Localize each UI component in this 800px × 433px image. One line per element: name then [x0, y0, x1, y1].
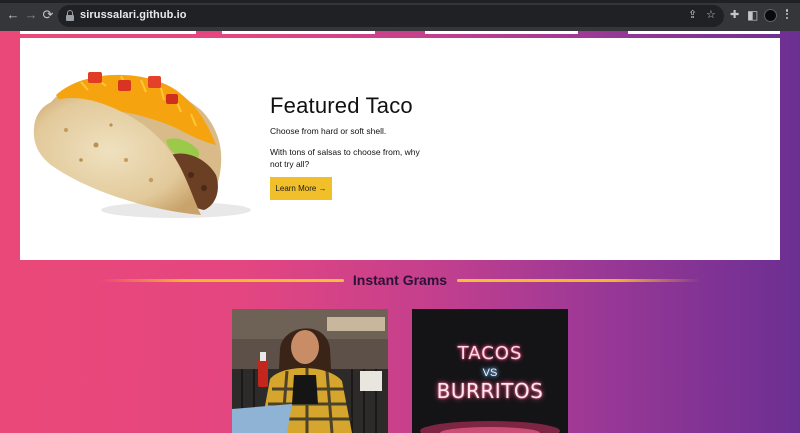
nav-bar-segment	[20, 31, 196, 34]
tab-strip	[0, 0, 800, 3]
neon-sign-tacos: TACOS	[457, 343, 523, 364]
reload-icon[interactable]: ⟳	[41, 8, 55, 22]
address-bar[interactable]: sirussalari.github.io	[58, 5, 724, 27]
menu-kebab-icon[interactable]	[784, 8, 790, 22]
neon-sign-burritos: BURRITOS	[436, 379, 544, 403]
profile-avatar[interactable]	[764, 9, 777, 22]
page-body: Featured Taco Choose from hard or soft s…	[0, 31, 800, 433]
woman-with-hot-sauce-photo	[232, 309, 388, 433]
nav-bar-segment	[222, 31, 375, 34]
lock-icon[interactable]	[66, 10, 74, 21]
share-icon[interactable]: ⇪	[688, 8, 697, 22]
featured-description: With tons of salsas to choose from, why …	[270, 147, 420, 169]
neon-sign-vs: VS	[482, 367, 498, 379]
gram-photo-2[interactable]: TACOS VS BURRITOS	[412, 309, 568, 433]
url-text[interactable]: sirussalari.github.io	[80, 9, 187, 21]
side-panel-icon[interactable]: ◧	[747, 8, 758, 22]
featured-taco-card: Featured Taco Choose from hard or soft s…	[20, 38, 780, 260]
browser-toolbar: ← → ⟳ sirussalari.github.io ⇪ ☆ ✚ ◧	[0, 0, 800, 31]
featured-subtitle: Choose from hard or soft shell.	[270, 126, 387, 136]
extensions-icon[interactable]: ✚	[730, 8, 739, 22]
forward-arrow-icon[interactable]: →	[24, 8, 38, 22]
divider-right	[457, 279, 701, 282]
bookmark-star-icon[interactable]: ☆	[706, 8, 716, 22]
learn-more-button[interactable]: Learn More →	[270, 177, 332, 200]
nav-bar-segment	[628, 31, 780, 34]
gram-photo-1[interactable]	[232, 309, 388, 433]
neon-glow	[420, 421, 560, 433]
back-arrow-icon[interactable]: ←	[6, 8, 20, 22]
nav-bar-segment	[425, 31, 578, 34]
taco-image	[33, 72, 251, 218]
featured-title: Featured Taco	[270, 93, 413, 118]
